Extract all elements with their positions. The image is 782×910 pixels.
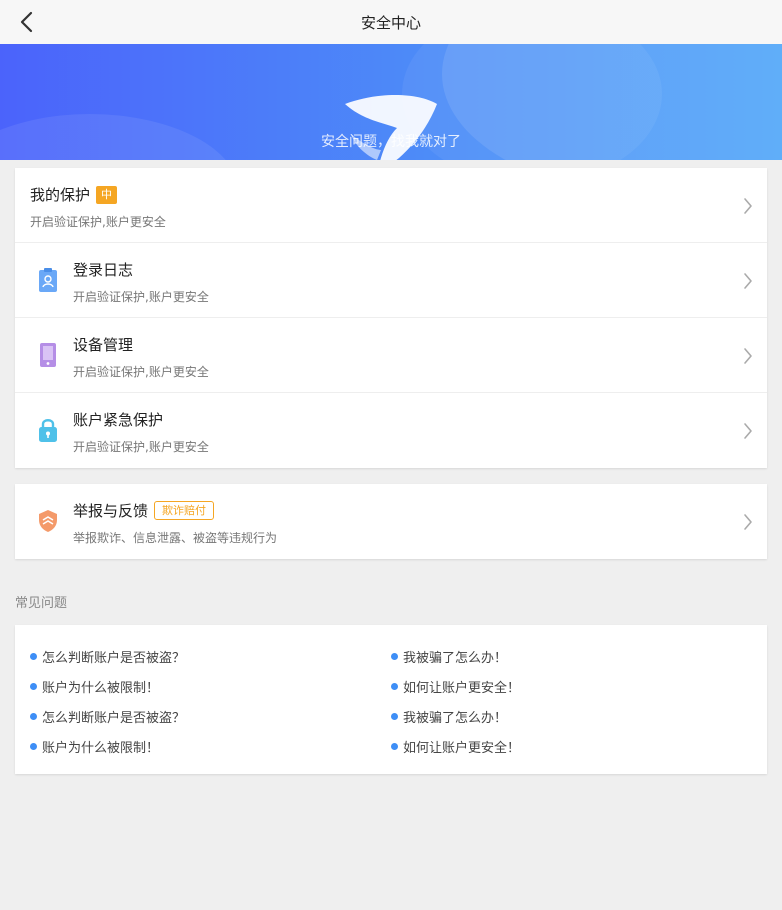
clipboard-user-icon [39,268,57,292]
faq-item[interactable]: 如何让账户更安全！ [391,677,520,696]
top-bar: 安全中心 [0,0,782,44]
bullet-dot-icon [391,683,398,690]
faq-card: 怎么判断账户是否被盗？ 我被骗了怎么办！ 账户为什么被限制！ 如何让账户更安全！… [15,625,767,774]
fraud-compensation-badge: 欺诈赔付 [154,501,215,520]
back-button[interactable] [12,8,40,36]
bullet-dot-icon [391,713,398,720]
faq-item[interactable]: 我被骗了怎么办！ [391,647,507,666]
chevron-right-icon [744,348,752,364]
my-protection-title: 我的保护 [30,186,91,204]
menu-item-device-management[interactable]: 设备管理 开启验证保护,账户更安全 [15,318,767,393]
menu-item-subtitle: 开启验证保护,账户更安全 [73,290,209,304]
menu-item-title: 登录日志 [73,261,134,279]
faq-section-title: 常见问题 [15,596,68,611]
report-shield-icon [39,510,57,532]
banner-slogan: 安全问题，找我就对了 [321,134,461,150]
faq-item[interactable]: 如何让账户更安全！ [391,737,520,756]
report-card: 举报与反馈 欺诈赔付 举报欺诈、信息泄露、被盗等违规行为 [15,484,767,559]
my-protection-row[interactable]: 我的保护 中 开启验证保护,账户更安全 [15,168,767,243]
faq-item-text: 账户为什么被限制！ [42,741,160,756]
report-subtitle: 举报欺诈、信息泄露、被盗等违规行为 [73,531,278,545]
faq-item-text: 账户为什么被限制！ [42,681,160,696]
faq-item[interactable]: 怎么判断账户是否被盗？ [30,647,185,666]
protection-level-badge: 中 [96,185,118,204]
faq-item[interactable]: 账户为什么被限制！ [30,677,159,696]
chevron-right-icon [744,273,752,289]
faq-item-text: 我被骗了怎么办！ [403,711,508,726]
page-title: 安全中心 [360,13,421,32]
faq-item[interactable]: 账户为什么被限制！ [30,737,159,756]
menu-item-title: 设备管理 [73,336,134,354]
report-title: 举报与反馈 [73,502,149,520]
faq-item-text: 怎么判断账户是否被盗？ [42,651,186,666]
menu-item-subtitle: 开启验证保护,账户更安全 [73,365,209,379]
menu-item-title: 账户紧急保护 [73,411,164,429]
faq-item-text: 如何让账户更安全！ [403,681,521,696]
lock-icon [39,419,57,442]
bullet-dot-icon [391,743,398,750]
my-protection-title-line: 我的保护 中 [30,184,118,205]
hero-banner: 安全问题，找我就对了 [0,44,782,160]
bullet-dot-icon [30,683,37,690]
bullet-dot-icon [391,653,398,660]
chevron-right-icon [744,423,752,439]
faq-item-text: 我被骗了怎么办！ [403,651,508,666]
faq-item[interactable]: 怎么判断账户是否被盗？ [30,707,185,726]
faq-item-text: 怎么判断账户是否被盗？ [42,711,186,726]
chevron-right-icon [744,514,752,530]
bullet-dot-icon [30,713,37,720]
chevron-right-icon [744,198,752,214]
faq-item[interactable]: 我被骗了怎么办！ [391,707,507,726]
report-feedback-row[interactable]: 举报与反馈 欺诈赔付 举报欺诈、信息泄露、被盗等违规行为 [15,484,767,559]
chevron-left-icon [20,11,33,33]
bullet-dot-icon [30,743,37,750]
faq-item-text: 如何让账户更安全！ [403,741,521,756]
security-menu-card: 我的保护 中 开启验证保护,账户更安全 登录日志 开启验证保护,账户更安全 设备… [15,168,767,468]
menu-item-subtitle: 开启验证保护,账户更安全 [73,440,209,454]
my-protection-subtitle: 开启验证保护,账户更安全 [30,215,166,229]
bullet-dot-icon [30,653,37,660]
menu-item-emergency-protection[interactable]: 账户紧急保护 开启验证保护,账户更安全 [15,393,767,468]
phone-icon [40,343,56,367]
menu-item-login-log[interactable]: 登录日志 开启验证保护,账户更安全 [15,243,767,318]
